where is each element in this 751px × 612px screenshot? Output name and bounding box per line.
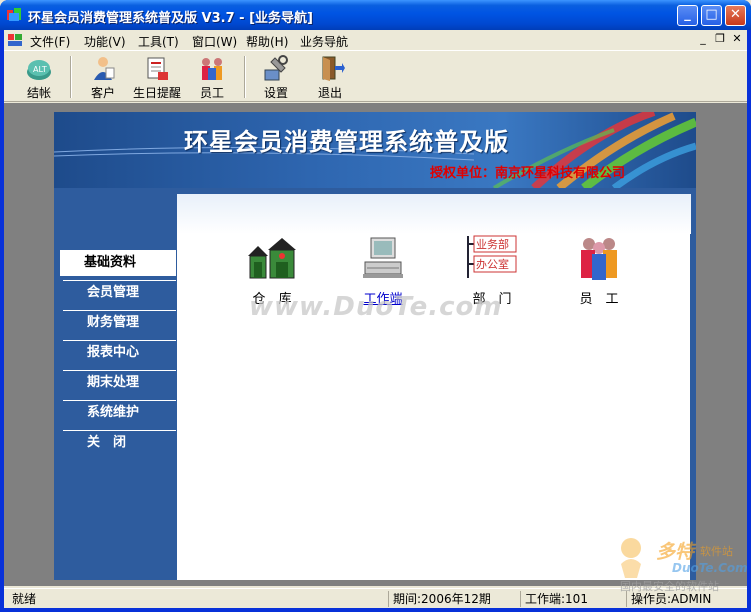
banner-title: 环星会员消费管理系统普及版: [184, 127, 509, 156]
panel-header-gradient: [177, 194, 691, 234]
mdi-child-icon[interactable]: [7, 32, 23, 48]
corner-brand-site: DuoTe.Com: [672, 561, 748, 575]
svg-text:ALT: ALT: [33, 65, 47, 74]
window-title: 环星会员消费管理系统普及版 V3.7 - [业务导航]: [28, 11, 313, 26]
sidebar-item-reports[interactable]: 报表中心: [63, 340, 177, 366]
toolbar-birthday-label: 生日提醒: [132, 86, 181, 100]
nav-frame: 基础资料 会员管理 财务管理 报表中心 期末处理 系统维护 关 闭 仓 库 工作…: [54, 188, 696, 580]
toolbar-settings-label: 设置: [263, 86, 288, 100]
sidebar-item-basic-data[interactable]: 基础资料: [60, 250, 178, 276]
status-period: 期间:2006年12期: [388, 591, 516, 607]
mdi-close-button[interactable]: ✕: [730, 33, 744, 47]
department-icon: 业务部 办公室: [467, 235, 517, 278]
minimize-button[interactable]: _: [677, 5, 698, 26]
sidebar-item-finance[interactable]: 财务管理: [63, 310, 177, 336]
toolbar-birthday-button[interactable]: 生日提醒: [132, 54, 182, 100]
warehouse-icon: [248, 238, 296, 279]
sidebar-item-period-end[interactable]: 期末处理: [63, 370, 177, 396]
toolbar-settings-button[interactable]: 设置: [251, 54, 301, 100]
sidebar: 基础资料 会员管理 财务管理 报表中心 期末处理 系统维护 关 闭: [59, 194, 178, 574]
menu-tools[interactable]: 工具(T): [138, 33, 179, 50]
toolbar-exit-label: 退出: [317, 86, 342, 100]
mdi-minimize-button[interactable]: _: [696, 33, 710, 47]
toolbar-separator: [244, 56, 246, 98]
birthday-icon: [147, 57, 168, 80]
close-button[interactable]: ✕: [725, 5, 746, 26]
toolbar-checkout-label: 结帐: [26, 86, 51, 100]
corner-brand-big: 多特: [656, 541, 695, 563]
mdi-restore-button[interactable]: ❐: [713, 33, 727, 47]
module-employee[interactable]: 员 工: [559, 234, 639, 307]
menu-window[interactable]: 窗口(W): [192, 33, 237, 50]
customer-icon: [94, 57, 115, 80]
toolbar-staff-label: 员工: [199, 86, 224, 100]
menu-help[interactable]: 帮助(H): [246, 33, 288, 50]
client-area: 文件(F) 功能(V) 工具(T) 窗口(W) 帮助(H) 业务导航 _ ❐ ✕…: [4, 30, 747, 608]
title-bar[interactable]: 环星会员消费管理系统普及版 V3.7 - [业务导航] _ □ ✕: [0, 0, 751, 30]
menu-business-nav[interactable]: 业务导航: [300, 33, 348, 50]
corner-brand-tagline: 国内最安全的软件站: [620, 580, 719, 593]
corner-brand-small: 软件站: [700, 545, 733, 558]
license-text: 授权单位：南京环星科技有限公司: [430, 166, 626, 181]
toolbar: ALT 结帐 客户 生日提醒 员工 设置 退出: [4, 50, 747, 102]
sidebar-item-system-maintenance[interactable]: 系统维护: [63, 400, 177, 426]
app-window: 环星会员消费管理系统普及版 V3.7 - [业务导航] _ □ ✕ 文件(F) …: [0, 0, 751, 612]
menu-bar: 文件(F) 功能(V) 工具(T) 窗口(W) 帮助(H) 业务导航 _ ❐ ✕: [4, 30, 747, 50]
staff-icon: [202, 58, 222, 80]
menu-file[interactable]: 文件(F): [30, 33, 70, 50]
status-text: 就绪: [12, 592, 37, 606]
org-node-bottom: 办公室: [476, 257, 509, 271]
org-node-top: 业务部: [476, 237, 509, 251]
employee-icon: [581, 238, 617, 280]
toolbar-staff-button[interactable]: 员工: [187, 54, 237, 100]
header-banner: 环星会员消费管理系统普及版 授权单位：南京环星科技有限公司: [54, 112, 696, 188]
module-employee-label: 员 工: [579, 292, 619, 307]
maximize-button[interactable]: □: [701, 5, 722, 26]
toolbar-customer-button[interactable]: 客户: [78, 54, 128, 100]
module-panel: 仓 库 工作端 业务部 办公室 部 门 员 工 www.DuoTe.com: [176, 194, 691, 580]
sidebar-item-close[interactable]: 关 闭: [63, 430, 177, 456]
status-terminal: 工作端:101: [520, 591, 624, 607]
checkout-icon: ALT: [27, 60, 51, 80]
toolbar-exit-button[interactable]: 退出: [305, 54, 355, 100]
terminal-icon: [363, 237, 403, 278]
toolbar-checkout-button[interactable]: ALT 结帐: [14, 54, 64, 100]
exit-icon: [322, 56, 345, 81]
menu-function[interactable]: 功能(V): [84, 33, 126, 50]
watermark-text: www.DuoTe.com: [249, 292, 503, 322]
sidebar-item-member-management[interactable]: 会员管理: [63, 280, 177, 306]
toolbar-customer-label: 客户: [90, 86, 115, 100]
toolbar-separator: [70, 56, 72, 98]
app-icon: [7, 8, 21, 21]
business-nav-form: 环星会员消费管理系统普及版 授权单位：南京环星科技有限公司 基础资料 会员管理 …: [54, 112, 696, 580]
settings-icon: [264, 55, 288, 81]
mdi-workspace: 环星会员消费管理系统普及版 授权单位：南京环星科技有限公司 基础资料 会员管理 …: [4, 103, 747, 586]
